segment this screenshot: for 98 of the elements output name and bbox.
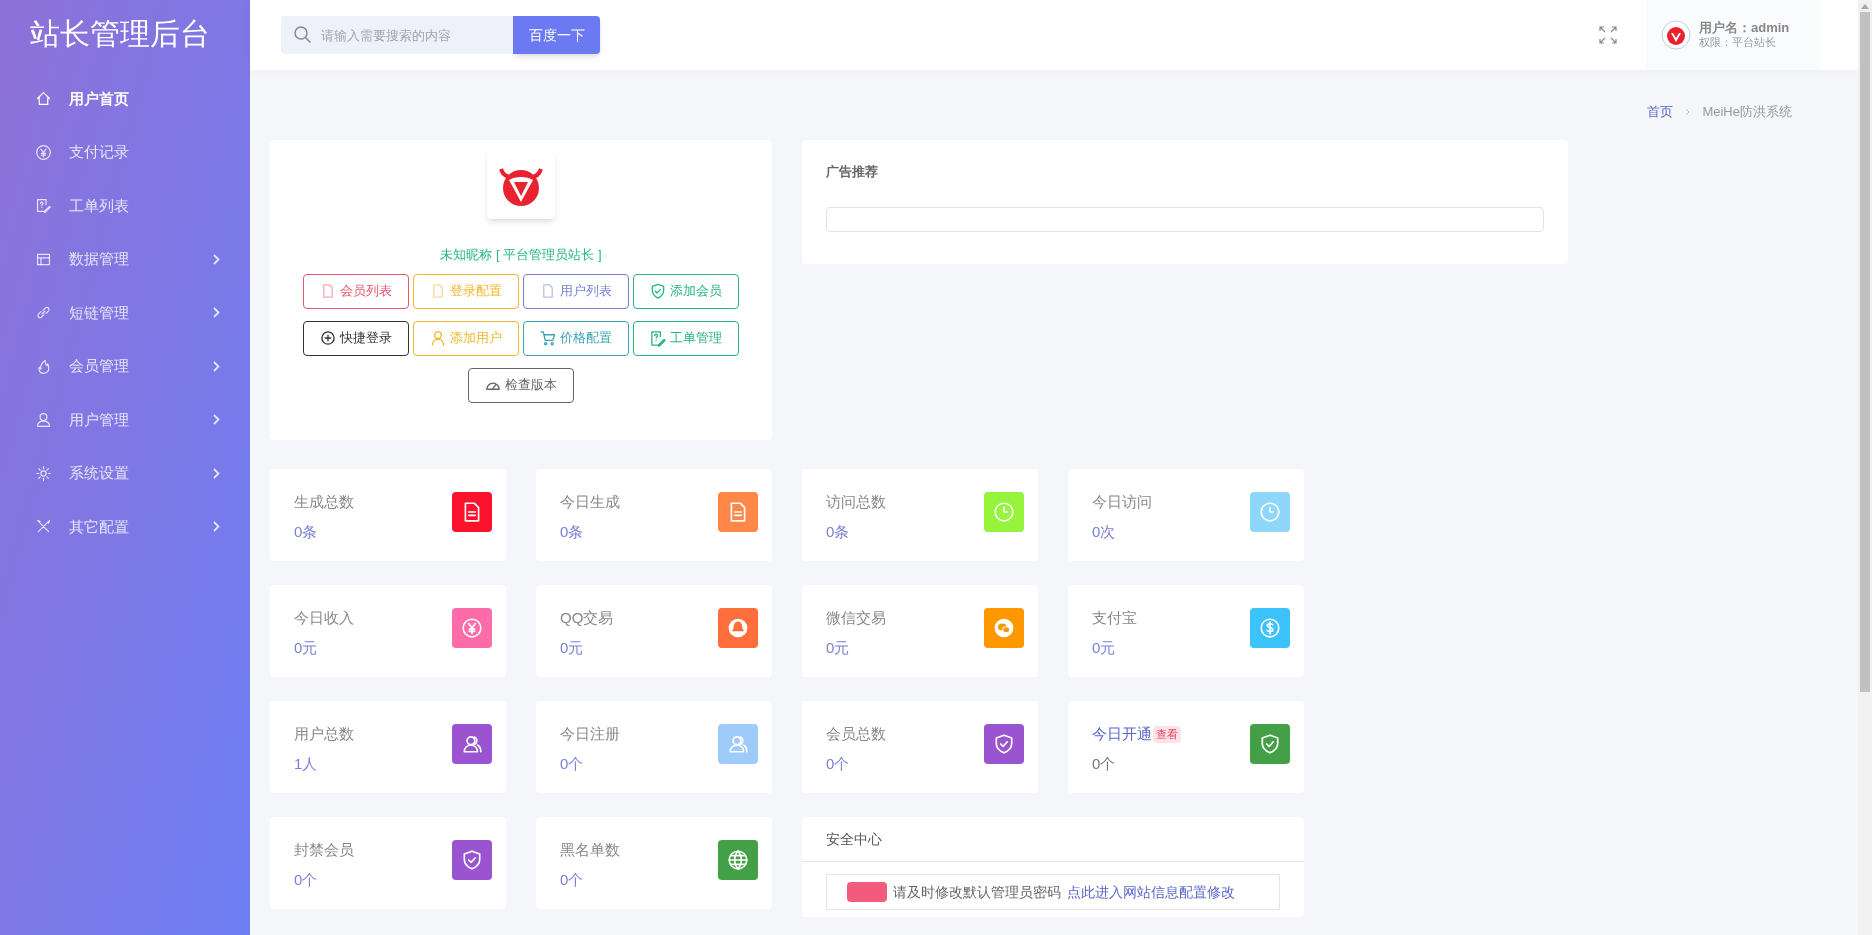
user-icon (35, 411, 52, 429)
action-button[interactable]: 价格配置 (523, 320, 629, 356)
stat-label: 支付宝 (1092, 608, 1137, 628)
breadcrumb-link[interactable]: 首页 (1647, 102, 1674, 122)
shield-check-icon (650, 282, 666, 300)
chevron-right-icon (213, 414, 220, 426)
scroll-up-icon[interactable] (1861, 3, 1869, 9)
stat-label: 今日注册 (560, 724, 620, 744)
sidebar-item[interactable]: 工单列表 (0, 179, 250, 233)
stat-value: 0元 (1092, 637, 1117, 658)
action-button[interactable]: 添加会员 (633, 273, 739, 309)
stat-value: 0条 (826, 521, 851, 542)
user-panel[interactable]: 用户名：admin 权限：平台站长 (1646, 0, 1820, 70)
clock-icon (1259, 501, 1281, 523)
stat-value: 0元 (560, 637, 585, 658)
sidebar-item[interactable]: 会员管理 (0, 339, 250, 393)
flame-icon (35, 357, 52, 375)
scrollbar-thumb[interactable] (1860, 12, 1870, 692)
document-icon (540, 282, 556, 300)
nickname-label: 未知昵称 [ 平台管理员站长 ] (440, 246, 602, 264)
stat-label: 用户总数 (294, 724, 354, 744)
role-label: 权限：平台站长 (1699, 36, 1777, 50)
stat-value: 0个 (560, 869, 585, 890)
stat-label: 生成总数 (294, 492, 354, 512)
clock-icon (993, 501, 1015, 523)
sidebar-item[interactable]: 短链管理 (0, 286, 250, 340)
search-icon (293, 25, 313, 45)
action-button[interactable]: 快捷登录 (303, 320, 409, 356)
sidebar-item[interactable]: 用户管理 (0, 393, 250, 447)
globe-icon (727, 849, 749, 871)
action-button[interactable]: 工单管理 (633, 320, 739, 356)
alert-tag (847, 882, 887, 902)
breadcrumb-separator-icon (1685, 108, 1691, 116)
stat-label: 会员总数 (826, 724, 886, 744)
stat-value: 0条 (560, 521, 585, 542)
sidebar-item[interactable]: 数据管理 (0, 232, 250, 286)
scrollbar[interactable] (1858, 0, 1872, 935)
stat-label: 黑名单数 (560, 840, 620, 860)
stat-label: 访问总数 (826, 492, 886, 512)
shield-check-icon (993, 733, 1015, 755)
stat-value: 0元 (294, 637, 319, 658)
stat-value: 0个 (1092, 753, 1117, 774)
chat-bubbles-icon (993, 617, 1015, 639)
chevron-right-icon (213, 360, 220, 372)
stat-value: 0次 (1092, 521, 1117, 542)
breadcrumb-current: MeiHe防洪系统 (1702, 103, 1792, 122)
stat-value: 0个 (826, 753, 851, 774)
logo-icon (1661, 20, 1691, 50)
chevron-right-icon (213, 253, 220, 265)
stat-label: 今日生成 (560, 492, 620, 512)
shield-check-icon (461, 849, 483, 871)
action-button[interactable]: 登录配置 (413, 273, 519, 309)
sidebar-item[interactable]: 其它配置 (0, 500, 250, 554)
stat-link[interactable]: 今日开通 (1092, 723, 1152, 746)
stat-label: 封禁会员 (294, 840, 354, 860)
panel-title: 安全中心 (826, 829, 882, 849)
stat-label: 微信交易 (826, 608, 886, 628)
house-icon (35, 90, 52, 108)
plus-circle-icon (320, 329, 336, 347)
users-icon (461, 733, 483, 755)
action-button[interactable]: 用户列表 (523, 273, 629, 309)
notice-link[interactable]: 点此进入网站信息配置修改 (1067, 881, 1235, 903)
stat-label: 今日收入 (294, 608, 354, 628)
stat-value: 0个 (560, 753, 585, 774)
app-title: 站长管理后台 (29, 16, 211, 52)
stat-value: 1人 (294, 753, 319, 774)
sidebar-item[interactable]: 支付记录 (0, 125, 250, 179)
action-button[interactable]: 添加用户 (413, 320, 519, 356)
document-icon (320, 282, 336, 300)
dollar-icon (1259, 617, 1281, 639)
yen-icon (461, 617, 483, 639)
stat-value: 0条 (294, 521, 319, 542)
chevron-right-icon (213, 467, 220, 479)
shield-check-icon (1259, 733, 1281, 755)
stat-value: 0个 (294, 869, 319, 890)
fullscreen-icon[interactable] (1599, 26, 1617, 44)
stat-label: QQ交易 (560, 608, 614, 628)
search-field[interactable]: 请输入需要搜索的内容 (281, 16, 513, 54)
search-button[interactable]: 百度一下 (513, 16, 600, 54)
sidebar-item[interactable]: 用户首页 (0, 72, 250, 126)
username-label: 用户名：admin (1699, 20, 1790, 37)
ticket-icon (650, 329, 666, 347)
panel-title: 广告推荐 (826, 163, 879, 181)
action-button[interactable]: 检查版本 (468, 367, 574, 403)
cart-icon (540, 329, 556, 347)
notice-text: 请及时修改默认管理员密码 (893, 882, 1061, 902)
user-icon (430, 329, 446, 347)
action-button[interactable]: 会员列表 (303, 273, 409, 309)
document-icon (430, 282, 446, 300)
view-badge[interactable]: 查看 (1153, 726, 1181, 743)
yen-icon (35, 143, 52, 161)
users-icon (727, 733, 749, 755)
sidebar-item[interactable]: 系统设置 (0, 446, 250, 500)
ticket-icon (35, 197, 52, 215)
stat-value: 0元 (826, 637, 851, 658)
chevron-right-icon (213, 307, 220, 319)
chevron-right-icon (213, 521, 220, 533)
stat-label: 今日访问 (1092, 492, 1152, 512)
